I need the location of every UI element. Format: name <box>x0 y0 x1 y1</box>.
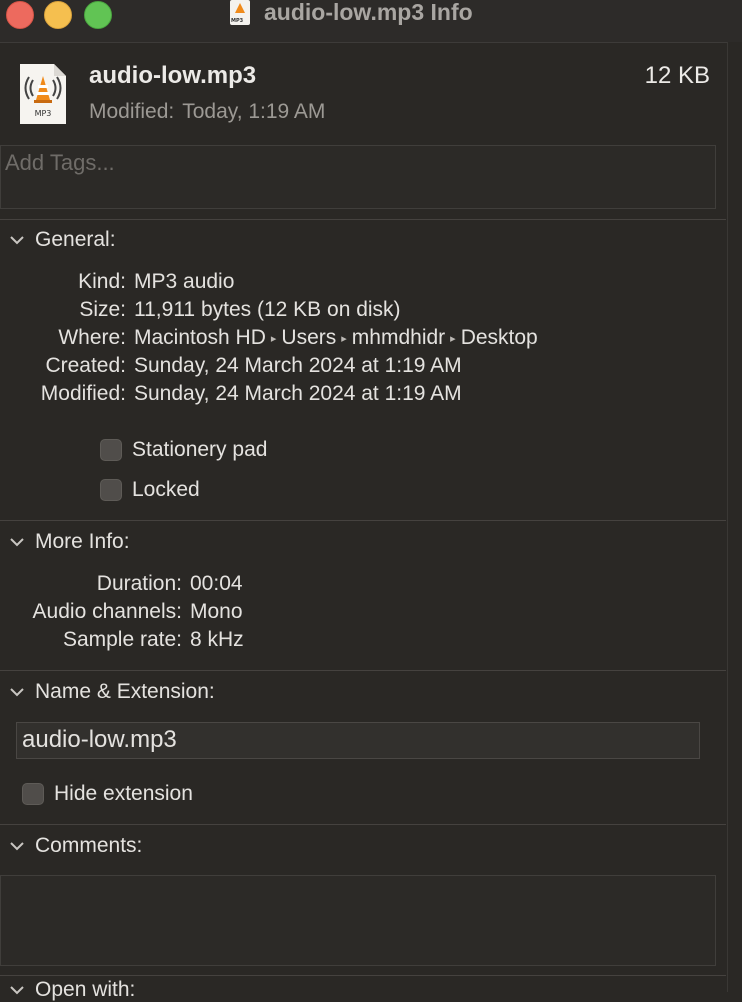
path-separator-icon: ▸ <box>450 333 456 345</box>
where-path: Macintosh HD ▸ Users ▸ mhmdhidr ▸ Desktop <box>134 326 538 349</box>
title-bar: MP3 audio-low.mp3 Info <box>0 0 742 43</box>
locked-checkbox[interactable]: Locked <box>100 478 200 502</box>
section-name-extension-toggle[interactable]: Name & Extension: <box>8 680 215 704</box>
path-separator-icon: ▸ <box>341 333 347 345</box>
path-segment: Users <box>281 326 337 349</box>
zoom-window-button[interactable] <box>84 1 112 29</box>
chevron-down-icon <box>8 231 26 249</box>
sample-rate-label: Sample rate: <box>62 628 182 651</box>
section-open-with-toggle[interactable]: Open with: <box>8 978 135 1002</box>
size-row: Size: 11,911 bytes (12 KB on disk) <box>0 298 401 322</box>
kind-row: Kind: MP3 audio <box>0 270 234 294</box>
sample-rate-value: 8 kHz <box>190 628 244 651</box>
audio-channels-value: Mono <box>190 600 243 623</box>
section-open-with-title: Open with: <box>35 978 136 1001</box>
where-label: Where: <box>58 326 126 349</box>
comments-textarea[interactable] <box>0 875 716 966</box>
window-edge <box>727 42 742 992</box>
svg-text:MP3: MP3 <box>35 109 52 118</box>
divider <box>0 670 726 671</box>
section-more-info-title: More Info: <box>35 530 130 553</box>
mp3-file-icon: MP3 <box>230 0 250 25</box>
size-value: 11,911 bytes (12 KB on disk) <box>134 298 401 321</box>
file-name-input[interactable] <box>17 723 697 757</box>
divider <box>0 520 726 521</box>
window-title: MP3 audio-low.mp3 Info <box>230 0 473 30</box>
stationery-pad-label: Stationery pad <box>132 438 268 461</box>
section-general-title: General: <box>35 228 116 251</box>
modified-label: Modified: <box>40 382 126 405</box>
size-label: Size: <box>79 298 126 321</box>
checkbox-box[interactable] <box>100 439 122 461</box>
header-modified-value: Today, 1:19 AM <box>182 100 326 123</box>
vlc-mp3-file-icon: MP3 <box>20 64 66 124</box>
chevron-down-icon <box>8 683 26 701</box>
window-title-text: audio-low.mp3 Info <box>264 0 473 25</box>
duration-value: 00:04 <box>190 572 243 595</box>
section-general-toggle[interactable]: General: <box>8 228 116 252</box>
created-value: Sunday, 24 March 2024 at 1:19 AM <box>134 354 462 377</box>
section-comments-title: Comments: <box>35 834 143 857</box>
checkbox-box[interactable] <box>22 783 44 805</box>
file-header: MP3 audio-low.mp3 12 KB Modified: Today, … <box>0 42 726 144</box>
created-row: Created: Sunday, 24 March 2024 at 1:19 AM <box>0 354 462 378</box>
section-comments-toggle[interactable]: Comments: <box>8 834 142 858</box>
sample-rate-row: Sample rate: 8 kHz <box>0 628 244 652</box>
kind-value: MP3 audio <box>134 270 235 293</box>
locked-label: Locked <box>132 478 200 501</box>
path-segment: Macintosh HD <box>134 326 266 349</box>
audio-channels-row: Audio channels: Mono <box>0 600 243 624</box>
hide-extension-checkbox[interactable]: Hide extension <box>22 782 193 806</box>
path-segment: mhmdhidr <box>351 326 446 349</box>
duration-label: Duration: <box>96 572 182 595</box>
file-size: 12 KB <box>644 62 710 89</box>
path-segment: Desktop <box>460 326 538 349</box>
minimize-window-button[interactable] <box>44 1 72 29</box>
kind-label: Kind: <box>78 270 126 293</box>
chevron-down-icon <box>8 837 26 855</box>
close-window-button[interactable] <box>6 1 34 29</box>
modified-value: Sunday, 24 March 2024 at 1:19 AM <box>134 382 462 405</box>
divider <box>0 824 726 825</box>
path-separator-icon: ▸ <box>270 333 277 345</box>
header-modified: Modified: Today, 1:19 AM <box>89 100 325 124</box>
file-name-field[interactable] <box>16 722 700 759</box>
checkbox-box[interactable] <box>100 479 122 501</box>
tags-field[interactable] <box>0 145 716 209</box>
hide-extension-label: Hide extension <box>54 782 193 805</box>
divider <box>0 975 726 976</box>
section-name-extension-title: Name & Extension: <box>35 680 215 703</box>
section-more-info-toggle[interactable]: More Info: <box>8 530 130 554</box>
audio-channels-label: Audio channels: <box>32 600 182 623</box>
chevron-down-icon <box>8 533 26 551</box>
stationery-pad-checkbox[interactable]: Stationery pad <box>100 438 267 462</box>
duration-row: Duration: 00:04 <box>0 572 243 596</box>
chevron-down-icon <box>8 981 26 999</box>
created-label: Created: <box>45 354 126 377</box>
divider <box>0 219 726 220</box>
file-name: audio-low.mp3 <box>89 62 257 89</box>
header-modified-label: Modified: <box>89 100 175 123</box>
where-row: Where: Macintosh HD ▸ Users ▸ mhmdhidr ▸ Deskto… <box>0 326 538 350</box>
modified-row: Modified: Sunday, 24 March 2024 at 1:19 A… <box>0 382 462 406</box>
tags-input[interactable] <box>1 146 689 180</box>
